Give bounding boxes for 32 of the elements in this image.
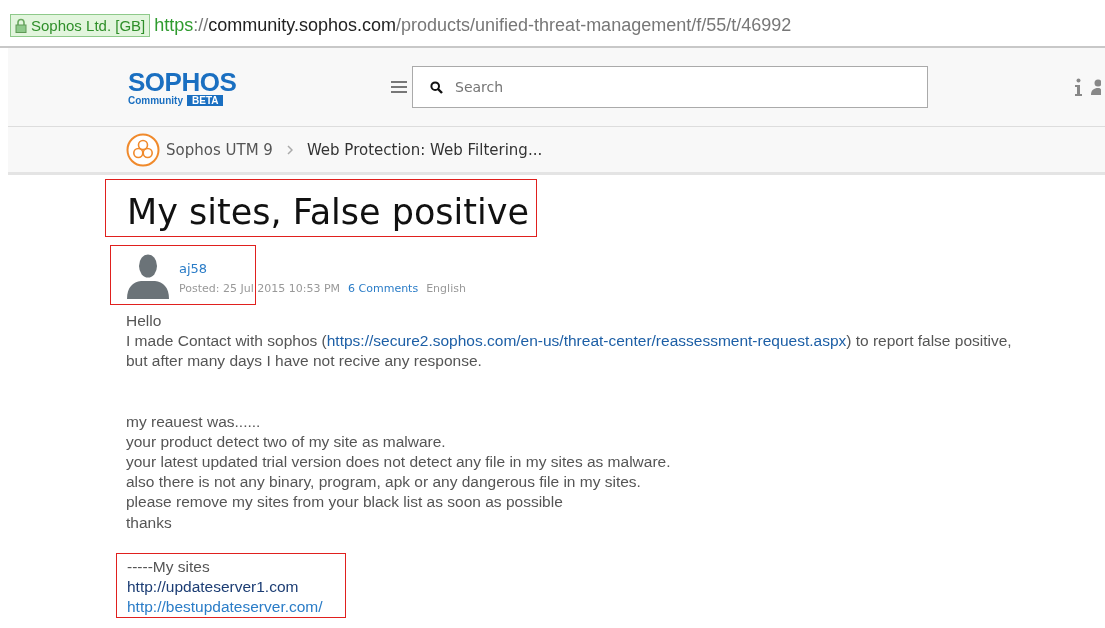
hexagons-icon <box>126 132 160 167</box>
post-text: your product detect two of my site as malware. <box>126 431 447 452</box>
post-text: your latest updated trial version does not detect any file in my sites as malware. <box>126 452 672 472</box>
search-icon <box>430 81 443 94</box>
avatar-icon <box>127 253 169 299</box>
post-text: but after many days I have not recive any response. <box>126 351 483 372</box>
site-link[interactable]: http://updateserver1.com <box>127 578 299 596</box>
breadcrumb-link[interactable]: Sophos UTM 9 <box>166 140 273 159</box>
site-identity[interactable]: Sophos Ltd. [GB] <box>10 13 151 37</box>
url-text: https://community.sophos.com/products/unified-threat-management/f/55/t/46992 <box>154 14 792 36</box>
user-icon[interactable] <box>1091 79 1101 95</box>
breadcrumb-link[interactable]: Web Protection: Web Filtering... <box>306 140 543 159</box>
post-date: Posted: 25 Jul 2015 10:53 PM <box>179 282 341 295</box>
chevron-icon <box>286 144 293 155</box>
author-name[interactable]: aj58 <box>179 261 208 276</box>
post-text: Hello <box>126 311 163 331</box>
post-text: also there is not any binary, program, apk or any dangerous file in my sites. <box>126 472 642 493</box>
logo[interactable]: SOPHOS Community BETA <box>128 68 386 106</box>
comments-link[interactable]: 6 Comments <box>348 282 419 295</box>
post-text: please remove my sites from your black list as soon as possible <box>126 492 564 513</box>
post-title: My sites, False positive <box>127 191 529 234</box>
post-text: -----My sites <box>127 556 211 577</box>
post-text: thanks <box>126 512 173 533</box>
info-icon[interactable] <box>1074 78 1083 96</box>
link[interactable]: https://secure2.sophos.com/en-us/threat-center/reassessment-request.aspx <box>326 332 847 350</box>
site-link[interactable]: http://bestupdateserver.com/ <box>127 598 323 616</box>
search-field[interactable]: Search <box>412 66 928 108</box>
identity-label: Sophos Ltd. [GB] <box>31 16 146 34</box>
post-text: my reauest was...... <box>126 411 262 432</box>
language-label: English <box>426 282 466 295</box>
post-text: I made Contact with sophos (https://secure2.sophos.com/en-us/threat-center/reassessment-request.aspx) to report false positive, <box>126 331 1013 352</box>
padlock-icon <box>15 17 27 33</box>
